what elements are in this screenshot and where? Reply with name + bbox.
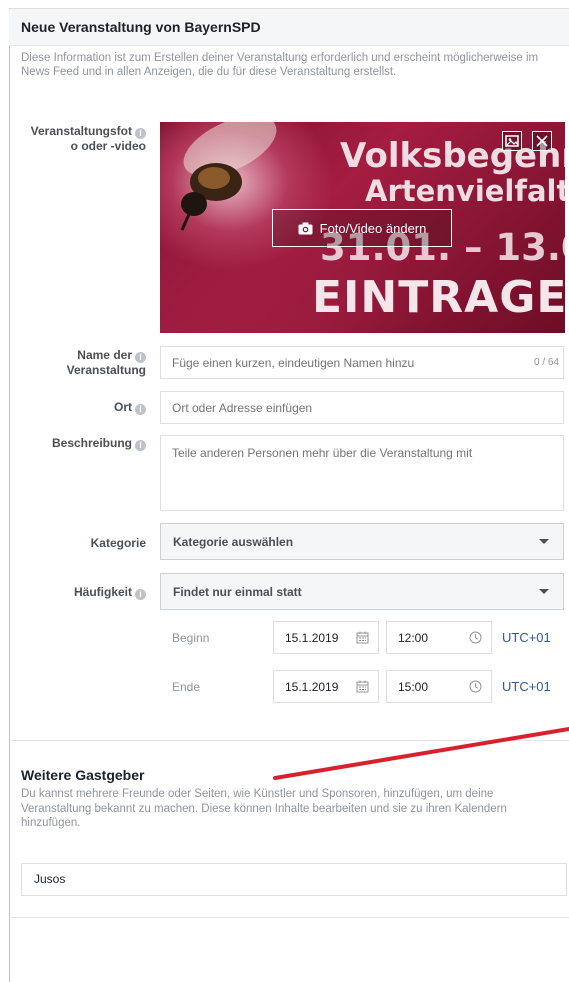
event-creation-dialog: Neue Veranstaltung von BayernSPD Diese I… <box>0 0 569 982</box>
cover-text-line4: EINTRAGEN <box>312 272 565 323</box>
calendar-icon <box>356 680 369 693</box>
category-label: Kategorie <box>90 536 146 550</box>
info-icon[interactable]: i <box>135 128 146 139</box>
description-label-text: Beschreibung <box>51 436 132 450</box>
category-select[interactable]: Kategorie auswählen <box>160 523 564 560</box>
frequency-label: Häufigkeit i <box>18 585 146 600</box>
caret-down-icon <box>539 589 549 594</box>
photo-label: Veranstaltungsfot i o oder -video <box>18 124 146 153</box>
photo-label-line1: Veranstaltungsfot <box>30 124 132 138</box>
end-timezone-link[interactable]: UTC+01 <box>502 679 551 694</box>
frequency-label-text: Häufigkeit <box>73 585 132 599</box>
info-icon[interactable]: i <box>135 404 146 415</box>
start-date-input[interactable]: 15.1.2019 <box>273 621 379 654</box>
cohosts-input[interactable]: Jusos <box>21 863 567 896</box>
end-time-input[interactable]: 15:00 <box>386 670 492 703</box>
cover-text-line2: Artenvielfalt <box>365 174 565 208</box>
category-selected-value: Kategorie auswählen <box>173 535 294 549</box>
clock-icon <box>469 631 482 644</box>
change-photo-button[interactable]: Foto/Video ändern <box>272 209 452 247</box>
end-time-value: 15:00 <box>398 680 429 694</box>
name-char-counter: 0 / 64 <box>534 357 560 368</box>
frequency-selected-value: Findet nur einmal statt <box>173 585 302 599</box>
event-name-input[interactable] <box>160 346 564 379</box>
start-timezone-link[interactable]: UTC+01 <box>502 630 551 645</box>
calendar-icon <box>356 631 369 644</box>
change-photo-label: Foto/Video ändern <box>319 220 427 236</box>
cohost-value: Jusos <box>34 872 66 886</box>
clock-icon <box>469 680 482 693</box>
location-label-text: Ort <box>114 400 132 414</box>
name-label-line1: Name der <box>77 348 132 362</box>
photo-label-line2: o oder -video <box>70 139 146 153</box>
name-label: Name der i Veranstaltung <box>18 348 146 377</box>
location-label: Ort i <box>18 400 146 415</box>
start-time-value: 12:00 <box>398 631 429 645</box>
section-divider-bottom <box>9 917 569 918</box>
info-icon[interactable]: i <box>135 440 146 451</box>
start-time-input[interactable]: 12:00 <box>386 621 492 654</box>
dialog-header: Neue Veranstaltung von BayernSPD <box>9 9 569 46</box>
caret-down-icon <box>539 539 549 544</box>
end-date-input[interactable]: 15.1.2019 <box>273 670 379 703</box>
event-cover-image: Volksbegehren Artenvielfalt 31.01. – 13.… <box>160 122 565 333</box>
start-date-value: 15.1.2019 <box>285 631 339 645</box>
dialog-title: Neue Veranstaltung von BayernSPD <box>21 19 261 35</box>
section-divider <box>9 740 569 741</box>
cohosts-title: Weitere Gastgeber <box>21 767 145 783</box>
name-label-line2: Veranstaltung <box>66 363 146 377</box>
description-label: Beschreibung i <box>18 436 146 451</box>
description-input[interactable] <box>160 435 564 511</box>
end-date-value: 15.1.2019 <box>285 680 339 694</box>
start-label: Beginn <box>172 631 210 645</box>
location-input[interactable] <box>160 391 564 424</box>
info-icon[interactable]: i <box>135 352 146 363</box>
cohosts-description: Du kannst mehrere Freunde oder Seiten, w… <box>21 788 507 829</box>
frequency-select[interactable]: Findet nur einmal statt <box>160 573 564 610</box>
intro-text: Diese Information ist zum Erstellen dein… <box>21 52 539 78</box>
end-label: Ende <box>172 680 201 694</box>
close-icon[interactable] <box>532 131 552 151</box>
image-reposition-icon[interactable] <box>502 131 522 151</box>
camera-icon <box>298 222 313 234</box>
info-icon[interactable]: i <box>135 589 146 600</box>
